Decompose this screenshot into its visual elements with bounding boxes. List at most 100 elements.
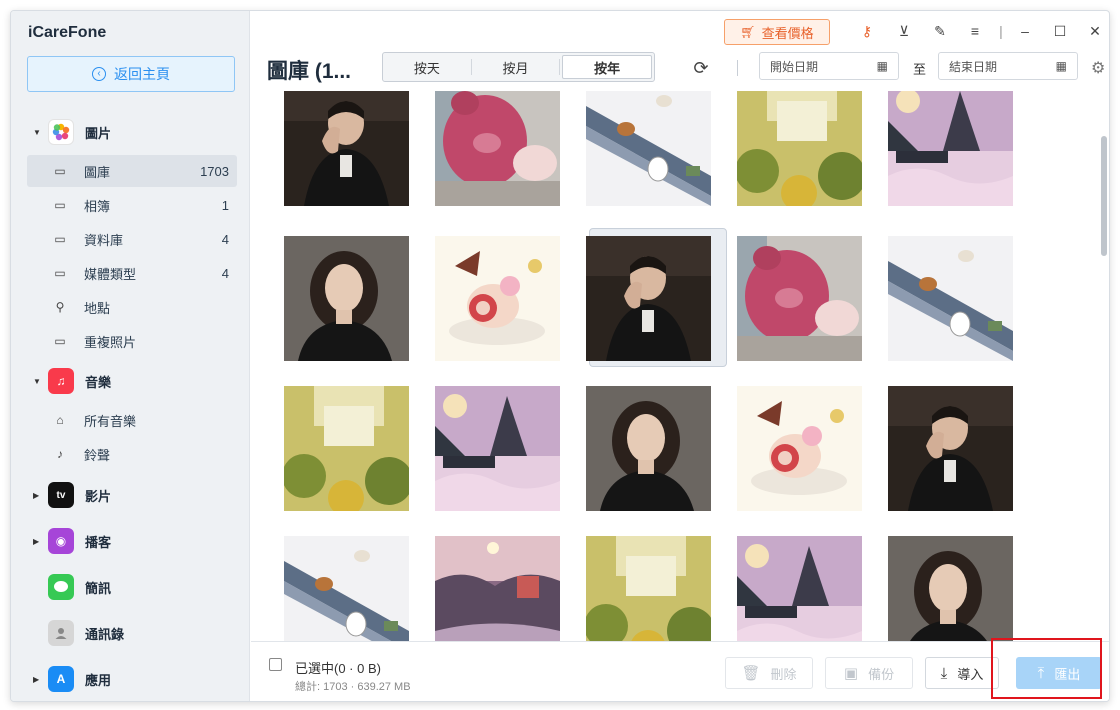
sidebar-group-music[interactable]: ▼ ♫ 音樂: [11, 363, 250, 399]
image-icon: ▭: [54, 164, 66, 178]
feedback-icon[interactable]: ✎: [930, 21, 950, 41]
photo-grid: [251, 91, 1109, 641]
photo-thumbnail[interactable]: [586, 386, 711, 511]
sidebar-group-videos[interactable]: ▶ tv 影片: [11, 477, 250, 513]
delete-label: 刪除: [770, 666, 797, 682]
maximize-icon[interactable]: ☐: [1050, 21, 1070, 41]
photo-image: [737, 536, 862, 641]
calendar-icon: ▦: [1055, 59, 1067, 73]
house-icon: ⌂: [56, 413, 64, 427]
sidebar-group-apps[interactable]: ▶ A 應用: [11, 661, 250, 697]
sidebar-item-ringtones[interactable]: ♪ 鈴聲: [27, 438, 237, 470]
photo-thumbnail[interactable]: [888, 536, 1013, 641]
photo-thumbnail[interactable]: [737, 91, 862, 206]
photo-thumbnail[interactable]: [737, 386, 862, 511]
sidebar-item-library[interactable]: ▭ 圖庫 1703: [27, 155, 237, 187]
app-name: iCareFone: [28, 24, 107, 41]
location-pin-icon: ⚲: [55, 300, 65, 314]
photo-thumbnail[interactable]: [435, 386, 560, 511]
sidebar-item-count: 4: [221, 265, 229, 281]
tv-app-icon: tv: [48, 482, 74, 508]
sidebar-group-messages[interactable]: 簡訊: [11, 569, 250, 605]
photo-thumbnail[interactable]: [888, 91, 1013, 206]
sidebar-item-database[interactable]: ▭ 資料庫 4: [27, 223, 237, 255]
photo-thumbnail[interactable]: [737, 536, 862, 641]
photo-thumbnail[interactable]: [737, 236, 862, 361]
photo-thumbnail[interactable]: [284, 91, 409, 206]
photo-thumbnail[interactable]: [586, 536, 711, 641]
photo-thumbnail[interactable]: [284, 236, 409, 361]
photo-image: [586, 536, 711, 641]
tab-by-year[interactable]: 按年: [562, 55, 653, 79]
refresh-icon[interactable]: ⟳: [689, 56, 713, 80]
photo-image: [284, 536, 409, 641]
import-label: 導入: [957, 666, 984, 682]
import-button[interactable]: ⤓ 導入: [925, 657, 999, 689]
save-icon: ▣: [843, 665, 859, 682]
title-bar: 🛒︎ 查看價格 ⚷ ⊻ ✎ ≡ | – ☐ ✕: [251, 11, 1109, 51]
tab-by-month[interactable]: 按月: [472, 53, 560, 81]
photo-image: [888, 236, 1013, 361]
sidebar-group-label: 圖片: [85, 125, 112, 141]
tab-by-day[interactable]: 按天: [383, 53, 471, 81]
sidebar-group-photos[interactable]: ▼ 圖片: [11, 114, 250, 150]
sidebar-item-label: 圖庫: [84, 164, 111, 180]
photo-thumbnail[interactable]: [888, 386, 1013, 511]
caret-right-icon: ▶: [33, 490, 40, 500]
photo-image: [435, 91, 560, 206]
title-separator: |: [999, 23, 1003, 39]
photo-thumbnail[interactable]: [888, 236, 1013, 361]
photo-thumbnail[interactable]: [586, 91, 711, 206]
view-price-button[interactable]: 🛒︎ 查看價格: [724, 19, 830, 45]
sidebar-item-all-music[interactable]: ⌂ 所有音樂: [27, 404, 237, 436]
gear-icon[interactable]: ⚙: [1091, 58, 1105, 78]
photo-image: [737, 236, 862, 361]
back-arrow-icon: ‹: [92, 67, 106, 81]
footer-bar: 已選中(0 · 0 B) 總計: 1703 · 639.27 MB 🗑︎ 刪除 …: [251, 641, 1109, 701]
scrollbar[interactable]: [1101, 136, 1107, 256]
date-range-to-label: 至: [913, 62, 927, 77]
download-icon[interactable]: ⊻: [894, 21, 914, 41]
select-all-checkbox[interactable]: [269, 658, 282, 671]
photo-thumbnail[interactable]: [284, 536, 409, 641]
sidebar-item-albums[interactable]: ▭ 相簿 1: [27, 189, 237, 221]
photo-image: [888, 91, 1013, 206]
close-icon[interactable]: ✕: [1085, 21, 1105, 41]
delete-button[interactable]: 🗑︎ 刪除: [725, 657, 813, 689]
sidebar-group-podcasts[interactable]: ▶ ◉ 播客: [11, 523, 250, 559]
view-price-label: 查看價格: [761, 25, 814, 41]
photos-app-icon: [48, 119, 74, 145]
key-icon[interactable]: ⚷: [857, 21, 877, 41]
sidebar-item-label: 地點: [84, 300, 111, 316]
podcasts-app-icon: ◉: [48, 528, 74, 554]
menu-icon[interactable]: ≡: [965, 21, 985, 41]
photo-image: [284, 236, 409, 361]
backup-label: 備份: [868, 666, 895, 682]
caret-right-icon: ▶: [33, 536, 40, 546]
export-button[interactable]: ⤒ 匯出: [1016, 657, 1102, 689]
music-app-icon: ♫: [48, 368, 74, 394]
backup-button[interactable]: ▣ 備份: [825, 657, 913, 689]
sidebar-item-duplicates[interactable]: ▭ 重複照片: [27, 325, 237, 357]
sidebar-item-label: 媒體類型: [84, 266, 137, 282]
sidebar-item-label: 重複照片: [84, 334, 137, 350]
duplicate-photos-icon: ▭: [54, 334, 66, 348]
video-camera-icon: ▭: [54, 266, 66, 280]
back-home-button[interactable]: ‹ 返回主頁: [27, 56, 235, 92]
end-date-input[interactable]: 結束日期 ▦: [938, 52, 1078, 80]
photo-thumbnail[interactable]: [435, 236, 560, 361]
sidebar-group-contacts[interactable]: 通訊錄: [11, 615, 250, 651]
sidebar-item-count: 1703: [200, 163, 229, 179]
sidebar-group-label: 影片: [85, 488, 112, 504]
photo-thumbnail[interactable]: [435, 91, 560, 206]
messages-app-icon: [48, 574, 74, 600]
sidebar-group-label: 播客: [85, 534, 112, 550]
sidebar-item-media-types[interactable]: ▭ 媒體類型 4: [27, 257, 237, 289]
album-icon: ▭: [54, 198, 66, 212]
sidebar-item-places[interactable]: ⚲ 地點: [27, 291, 237, 323]
photo-thumbnail[interactable]: [284, 386, 409, 511]
photo-thumbnail[interactable]: [586, 236, 711, 361]
minimize-icon[interactable]: –: [1015, 21, 1035, 41]
photo-thumbnail[interactable]: [435, 536, 560, 641]
start-date-input[interactable]: 開始日期 ▦: [759, 52, 899, 80]
